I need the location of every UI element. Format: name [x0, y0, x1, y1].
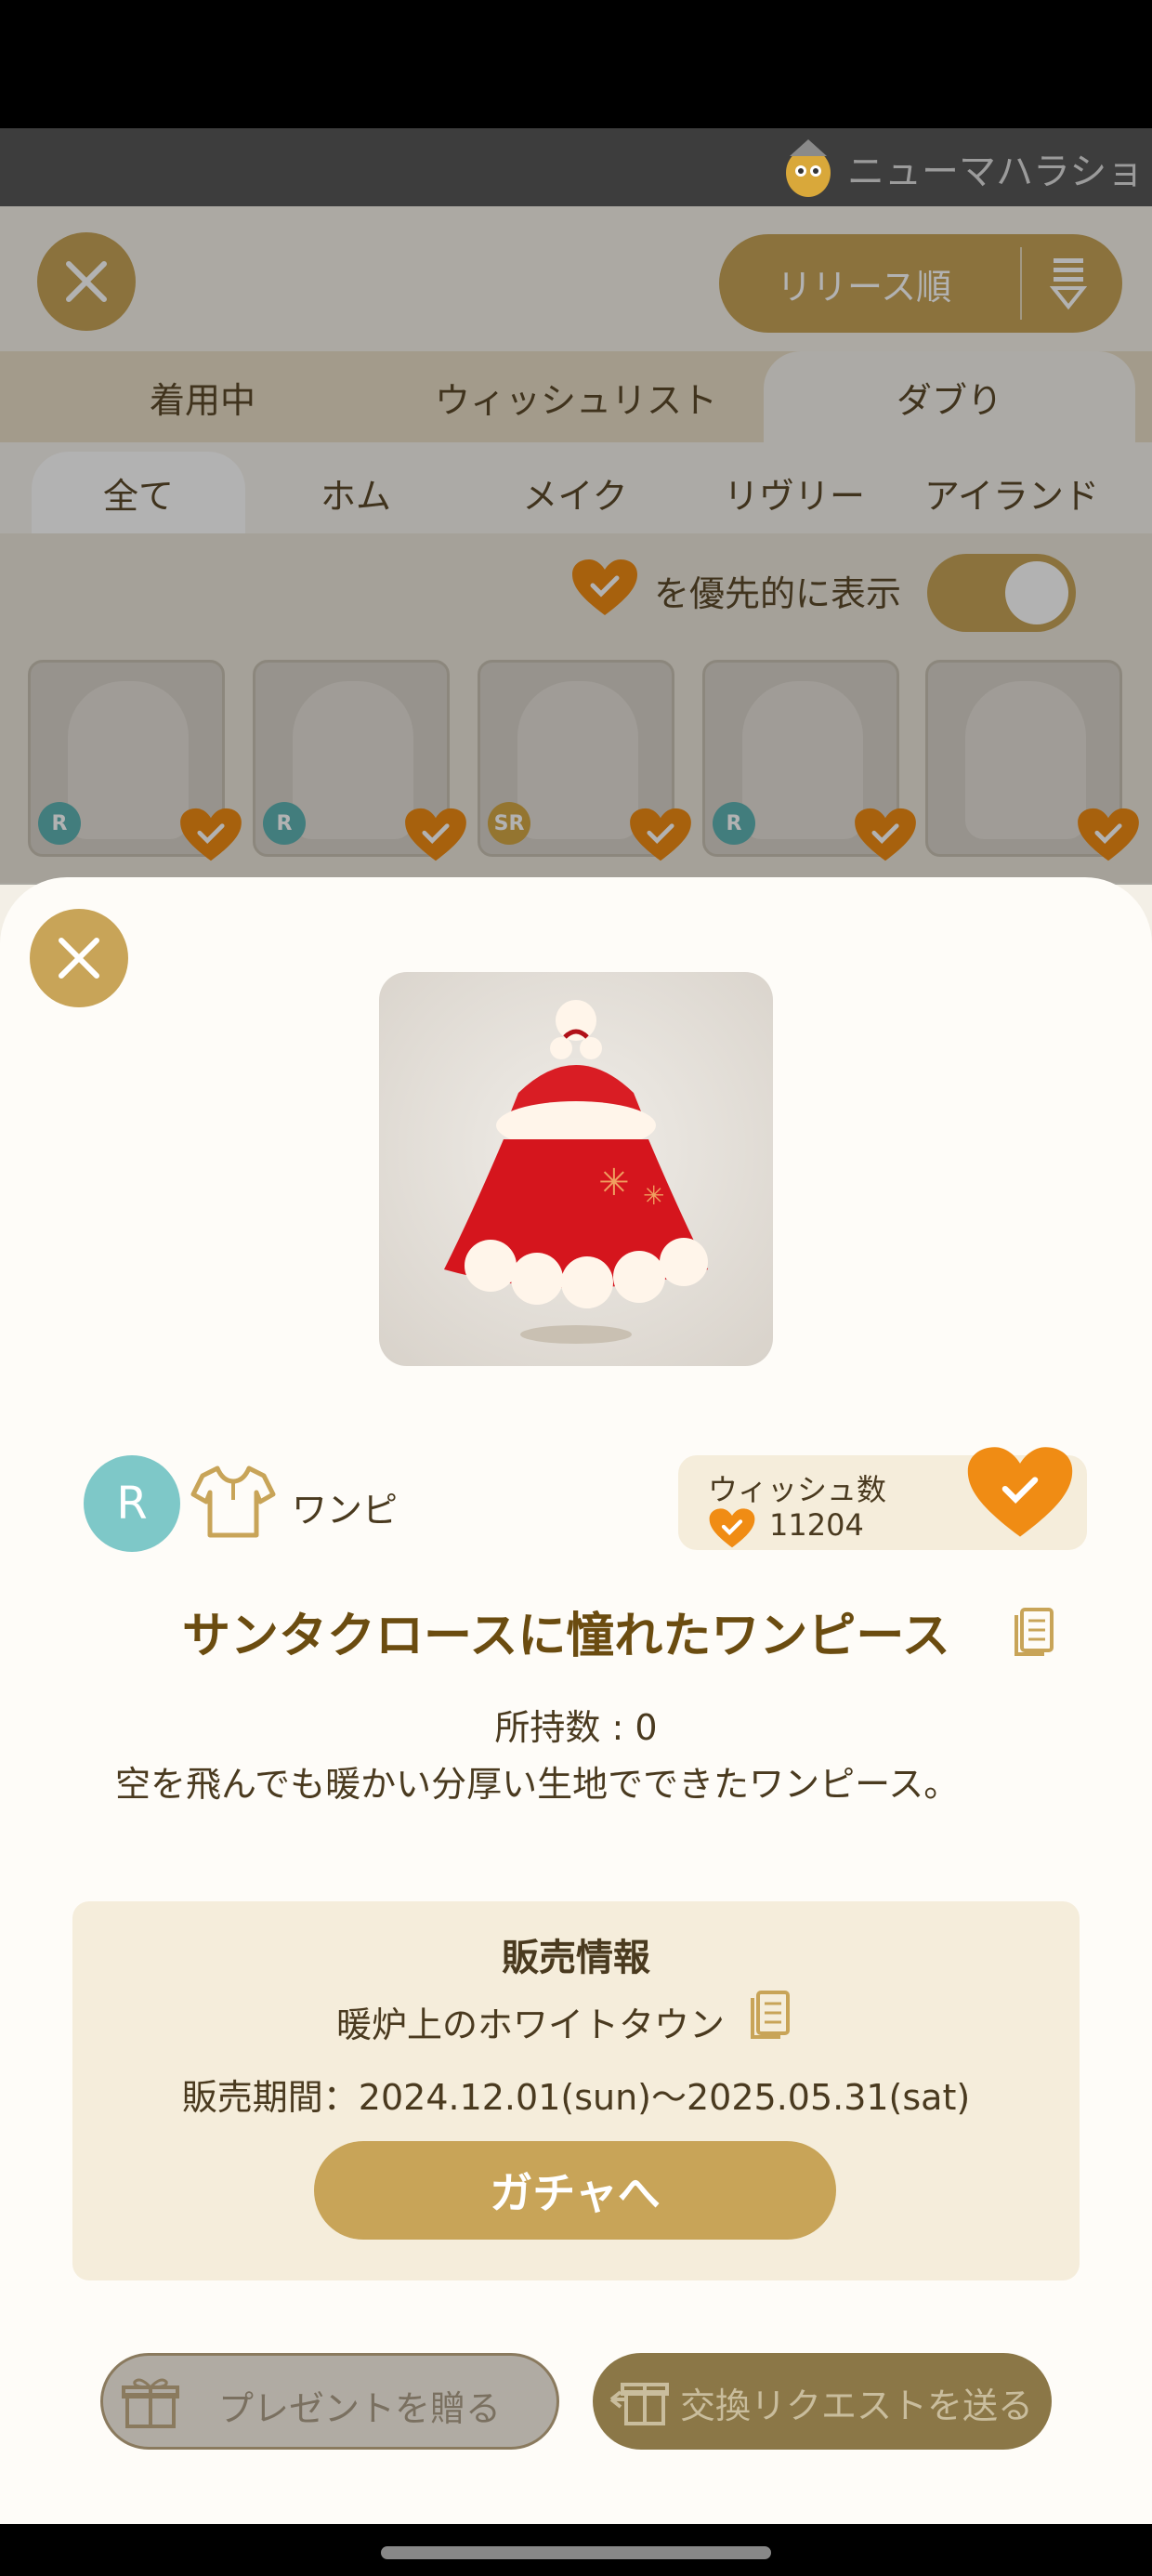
item-description: 空を飛んでも暖かい分厚い生地でできたワンピース。 [115, 1764, 960, 1805]
home-gesture-bar[interactable] [381, 2546, 771, 2559]
send-present-label: プレゼントを贈る [218, 2388, 502, 2429]
wish-count-value: 11204 [769, 1507, 864, 1543]
item-image: ✳ ✳ [379, 972, 773, 1366]
close-icon [59, 938, 99, 979]
owned-count: 所持数 : 0 [494, 1707, 658, 1748]
gift-icon [122, 2378, 179, 2428]
trade-request-button[interactable]: 交換リクエストを送る [593, 2353, 1052, 2450]
rarity-badge: R [84, 1455, 180, 1552]
dress-illustration: ✳ ✳ [444, 1000, 708, 1344]
modal-overlay[interactable] [0, 206, 1152, 885]
sheet-close-button[interactable] [30, 909, 128, 1007]
go-to-gacha-button[interactable]: ガチャへ [314, 2141, 836, 2240]
status-bar [0, 0, 1152, 128]
copy-icon[interactable] [1013, 1606, 1055, 1658]
svg-text:✳: ✳ [643, 1180, 664, 1211]
item-name: サンタクロースに憧れたワンピース [182, 1609, 950, 1664]
copy-icon[interactable] [749, 1989, 792, 2041]
svg-text:✳: ✳ [598, 1162, 630, 1204]
sales-info-box: 販売情報 暖炉上のホワイトタウン 販売期間：2024.12.01(sun)〜20… [72, 1901, 1080, 2280]
gacha-name: 暖炉上のホワイトタウン [336, 2004, 726, 2045]
item-detail-sheet: ✳ ✳ R ワンピ ウィッシュ数 11204 サンタクロースに憧れたワンピース … [0, 877, 1152, 2528]
trade-request-label: 交換リクエストを送る [680, 2385, 1034, 2426]
heart-icon [709, 1508, 755, 1548]
send-present-button[interactable]: プレゼントを贈る [100, 2353, 559, 2450]
wishlist-heart-button[interactable] [964, 1444, 1076, 1543]
app-bar: ニューマハラショ [0, 128, 1152, 206]
mascot-icon [786, 139, 831, 197]
category-label: ワンピ [292, 1490, 399, 1531]
sales-title: 販売情報 [502, 1937, 650, 1979]
sales-period: 販売期間：2024.12.01(sun)〜2025.05.31(sat) [181, 2077, 971, 2118]
wish-count-title: ウィッシュ数 [708, 1472, 887, 1507]
shirt-icon [190, 1465, 276, 1538]
system-nav-bar [0, 2524, 1152, 2576]
app-title: ニューマハラショ [847, 151, 1145, 193]
exchange-gift-icon [609, 2383, 669, 2425]
